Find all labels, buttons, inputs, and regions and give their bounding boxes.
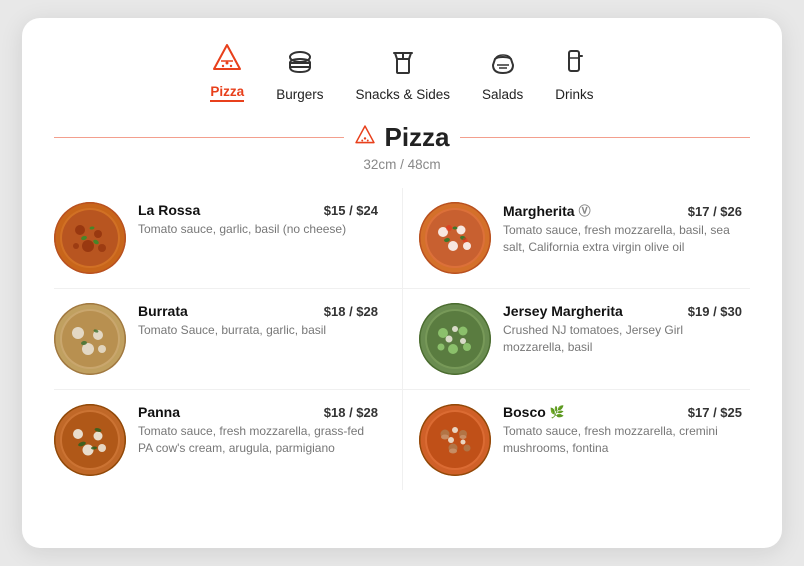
section-line-left: [54, 137, 344, 139]
category-nav: Pizza Burgers: [54, 42, 750, 102]
menu-price: $19 / $30: [688, 304, 742, 319]
pizza-image-bosco: [419, 404, 491, 476]
snacks-nav-icon: [387, 45, 419, 81]
drinks-nav-icon: [558, 45, 590, 81]
menu-item-la-rossa: La Rossa $15 / $24 Tomato sauce, garlic,…: [54, 188, 402, 289]
menu-info-jersey-margherita: Jersey Margherita $19 / $30 Crushed NJ t…: [503, 303, 742, 357]
menu-info-burrata: Burrata $18 / $28 Tomato Sauce, burrata,…: [138, 303, 378, 339]
menu-desc: Tomato sauce, fresh mozzarella, basil, s…: [503, 222, 742, 257]
menu-name: Jersey Margherita: [503, 303, 623, 319]
menu-name-row: Panna $18 / $28: [138, 404, 378, 420]
section-pizza-icon: [354, 124, 376, 152]
nav-item-drinks[interactable]: Drinks: [555, 45, 593, 102]
menu-item-panna: Panna $18 / $28 Tomato sauce, fresh mozz…: [54, 390, 402, 490]
nav-item-burgers[interactable]: Burgers: [276, 45, 323, 102]
menu-desc: Crushed NJ tomatoes, Jersey Girl mozzare…: [503, 322, 742, 357]
menu-info-bosco: Bosco 🌿 $17 / $25 Tomato sauce, fresh mo…: [503, 404, 742, 458]
menu-price: $15 / $24: [324, 203, 378, 218]
menu-desc: Tomato sauce, fresh mozzarella, grass-fe…: [138, 423, 378, 458]
nav-label-snacks: Snacks & Sides: [355, 87, 450, 102]
nav-item-snacks[interactable]: Snacks & Sides: [355, 45, 450, 102]
section-header: Pizza: [54, 122, 750, 153]
menu-info-la-rossa: La Rossa $15 / $24 Tomato sauce, garlic,…: [138, 202, 378, 238]
menu-desc: Tomato Sauce, burrata, garlic, basil: [138, 322, 378, 339]
pizza-image-la-rossa: [54, 202, 126, 274]
menu-name-row: Jersey Margherita $19 / $30: [503, 303, 742, 319]
section-subtitle: 32cm / 48cm: [54, 157, 750, 172]
menu-info-panna: Panna $18 / $28 Tomato sauce, fresh mozz…: [138, 404, 378, 458]
menu-name: Burrata: [138, 303, 188, 319]
menu-name: La Rossa: [138, 202, 200, 218]
menu-name-row: La Rossa $15 / $24: [138, 202, 378, 218]
menu-item-bosco: Bosco 🌿 $17 / $25 Tomato sauce, fresh mo…: [402, 390, 750, 490]
menu-badge: 🌿: [550, 405, 565, 419]
pizza-image-jersey-margherita: [419, 303, 491, 375]
menu-badge: Ⓥ: [579, 202, 591, 219]
pizza-image-burrata: [54, 303, 126, 375]
menu-name: Panna: [138, 404, 180, 420]
menu-desc: Tomato sauce, garlic, basil (no cheese): [138, 221, 378, 238]
salads-nav-icon: [487, 45, 519, 81]
menu-name: Margherita Ⓥ: [503, 202, 591, 219]
menu-name-row: Margherita Ⓥ $17 / $26: [503, 202, 742, 219]
menu-name-row: Burrata $18 / $28: [138, 303, 378, 319]
section-title: Pizza: [354, 122, 449, 153]
menu-info-margherita: Margherita Ⓥ $17 / $26 Tomato sauce, fre…: [503, 202, 742, 257]
section-line-right: [460, 137, 750, 139]
menu-item-burrata: Burrata $18 / $28 Tomato Sauce, burrata,…: [54, 289, 402, 390]
menu-name-row: Bosco 🌿 $17 / $25: [503, 404, 742, 420]
menu-price: $18 / $28: [324, 304, 378, 319]
menu-card: Pizza Burgers: [22, 18, 782, 548]
nav-label-drinks: Drinks: [555, 87, 593, 102]
menu-name: Bosco 🌿: [503, 404, 565, 420]
menu-item-jersey-margherita: Jersey Margherita $19 / $30 Crushed NJ t…: [402, 289, 750, 390]
pizza-nav-icon: [211, 42, 243, 78]
menu-grid: La Rossa $15 / $24 Tomato sauce, garlic,…: [54, 188, 750, 490]
menu-desc: Tomato sauce, fresh mozzarella, cremini …: [503, 423, 742, 458]
nav-label-burgers: Burgers: [276, 87, 323, 102]
menu-price: $17 / $25: [688, 405, 742, 420]
nav-item-pizza[interactable]: Pizza: [210, 42, 244, 102]
menu-item-margherita: Margherita Ⓥ $17 / $26 Tomato sauce, fre…: [402, 188, 750, 289]
menu-price: $18 / $28: [324, 405, 378, 420]
nav-item-salads[interactable]: Salads: [482, 45, 523, 102]
menu-price: $17 / $26: [688, 204, 742, 219]
pizza-image-panna: [54, 404, 126, 476]
nav-label-salads: Salads: [482, 87, 523, 102]
burger-nav-icon: [284, 45, 316, 81]
pizza-image-margherita: [419, 202, 491, 274]
nav-label-pizza: Pizza: [210, 84, 244, 102]
